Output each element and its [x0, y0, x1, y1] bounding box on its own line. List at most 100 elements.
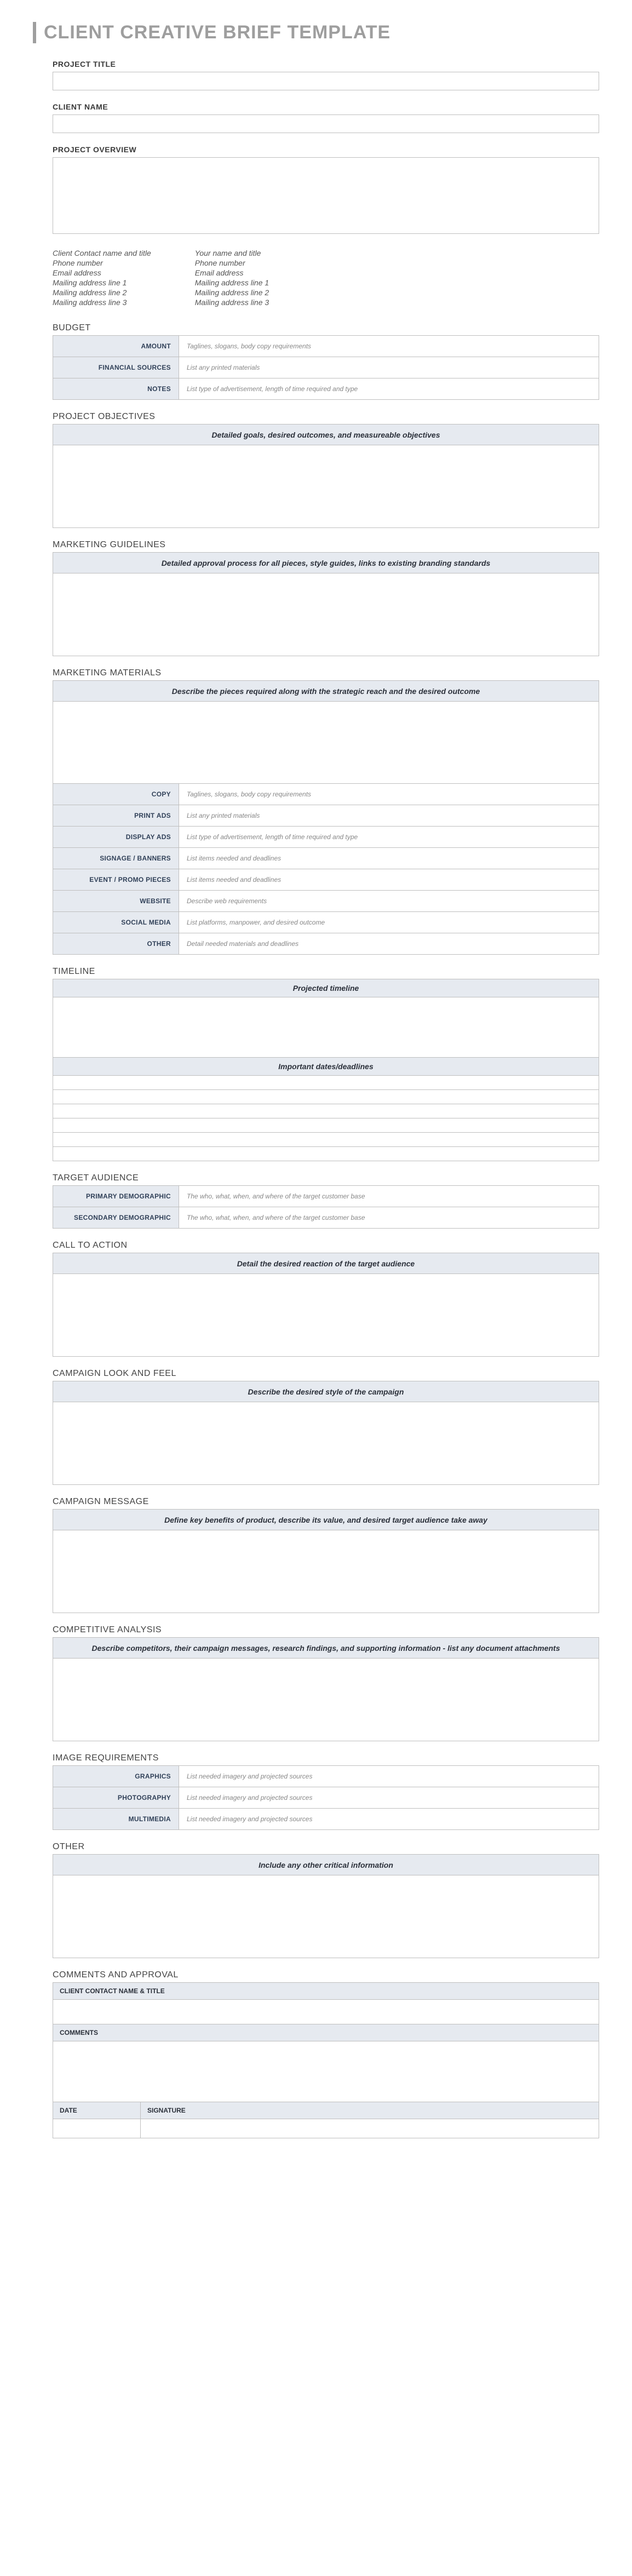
cell-value[interactable]: List items needed and deadlines — [179, 869, 599, 890]
body-guidelines[interactable] — [53, 573, 599, 656]
contact-client-column: Client Contact name and title Phone numb… — [53, 249, 151, 307]
cell-value[interactable]: List items needed and deadlines — [179, 848, 599, 869]
timeline-blank-row[interactable] — [53, 1104, 599, 1118]
cell-value[interactable]: Detail needed materials and deadlines — [179, 933, 599, 954]
input-date[interactable] — [53, 2119, 141, 2138]
cell-label: NOTES — [53, 378, 179, 399]
cell-label: MULTIMEDIA — [53, 1809, 179, 1829]
input-contact-value[interactable] — [53, 2000, 599, 2024]
heading-other: OTHER — [53, 1842, 599, 1852]
timeline-blank-row[interactable] — [53, 1133, 599, 1147]
timeline-blank-row[interactable] — [53, 1090, 599, 1104]
input-client-name[interactable] — [53, 114, 599, 133]
label-comments: COMMENTS — [53, 2024, 599, 2041]
contact-line: Your name and title — [195, 249, 269, 257]
heading-timeline: TIMELINE — [53, 967, 599, 977]
contact-line: Mailing address line 1 — [195, 278, 269, 287]
input-project-overview[interactable] — [53, 157, 599, 234]
input-project-title[interactable] — [53, 72, 599, 90]
cell-value[interactable]: The who, what, when, and where of the ta… — [179, 1186, 599, 1207]
cell-value[interactable]: The who, what, when, and where of the ta… — [179, 1207, 599, 1228]
body-objectives[interactable] — [53, 445, 599, 527]
timeline-blank-row[interactable] — [53, 1147, 599, 1161]
section-message: Define key benefits of product, describe… — [53, 1509, 599, 1613]
contact-line: Mailing address line 1 — [53, 278, 151, 287]
cell-value[interactable]: Describe web requirements — [179, 891, 599, 911]
heading-materials: MARKETING MATERIALS — [53, 668, 599, 678]
cell-label: DISPLAY ADS — [53, 827, 179, 847]
cell-value[interactable]: List any printed materials — [179, 805, 599, 826]
table-row: OTHER Detail needed materials and deadli… — [53, 933, 599, 955]
contact-you-column: Your name and title Phone number Email a… — [195, 249, 269, 307]
contact-line: Phone number — [195, 259, 269, 267]
heading-objectives: PROJECT OBJECTIVES — [53, 412, 599, 422]
label-project-title: PROJECT TITLE — [53, 60, 599, 68]
subhead-competitive: Describe competitors, their campaign mes… — [53, 1638, 599, 1659]
approval-contact-value — [53, 2000, 599, 2024]
subhead-cta: Detail the desired reaction of the targe… — [53, 1253, 599, 1274]
heading-audience: TARGET AUDIENCE — [53, 1173, 599, 1183]
subhead-guidelines: Detailed approval process for all pieces… — [53, 553, 599, 573]
cell-value[interactable]: List needed imagery and projected source… — [179, 1766, 599, 1787]
cell-value[interactable]: List any printed materials — [179, 357, 599, 378]
body-materials-description[interactable] — [53, 702, 599, 784]
subhead-objectives: Detailed goals, desired outcomes, and me… — [53, 424, 599, 445]
table-row: SIGNAGE / BANNERS List items needed and … — [53, 848, 599, 869]
cell-label: FINANCIAL SOURCES — [53, 357, 179, 378]
timeline-blank-row[interactable] — [53, 1118, 599, 1133]
body-cta[interactable] — [53, 1274, 599, 1356]
body-message[interactable] — [53, 1530, 599, 1613]
approval-date-signature-head: DATE SIGNATURE — [53, 2102, 599, 2119]
body-look[interactable] — [53, 1402, 599, 1484]
contact-line: Mailing address line 2 — [195, 288, 269, 297]
subhead-materials: Describe the pieces required along with … — [53, 681, 599, 702]
cell-label: AMOUNT — [53, 336, 179, 357]
cell-label: EVENT / PROMO PIECES — [53, 869, 179, 890]
cell-label: GRAPHICS — [53, 1766, 179, 1787]
table-image-req: GRAPHICS List needed imagery and project… — [53, 1765, 599, 1830]
approval-date-signature-value — [53, 2119, 599, 2138]
table-materials: Describe the pieces required along with … — [53, 680, 599, 955]
body-competitive[interactable] — [53, 1659, 599, 1741]
table-row: WEBSITE Describe web requirements — [53, 891, 599, 912]
cell-value[interactable]: Taglines, slogans, body copy requirement… — [179, 336, 599, 357]
input-comments-value[interactable] — [53, 2041, 599, 2102]
approval-contact-row: CLIENT CONTACT NAME & TITLE — [53, 1983, 599, 2000]
input-signature[interactable] — [141, 2119, 599, 2138]
subhead-look: Describe the desired style of the campai… — [53, 1381, 599, 1402]
label-contact: CLIENT CONTACT NAME & TITLE — [53, 1983, 599, 1999]
body-other[interactable] — [53, 1875, 599, 1958]
timeline-blank-row[interactable] — [53, 1076, 599, 1090]
table-row: SOCIAL MEDIA List platforms, manpower, a… — [53, 912, 599, 933]
subhead-other: Include any other critical information — [53, 1855, 599, 1875]
cell-label: PRIMARY DEMOGRAPHIC — [53, 1186, 179, 1207]
heading-image-req: IMAGE REQUIREMENTS — [53, 1753, 599, 1763]
field-project-title: PROJECT TITLE — [53, 60, 599, 90]
label-date: DATE — [53, 2102, 141, 2119]
subhead-projected: Projected timeline — [53, 979, 599, 997]
table-timeline: Projected timeline Important dates/deadl… — [53, 979, 599, 1161]
field-project-overview: PROJECT OVERVIEW — [53, 145, 599, 237]
contact-columns: Client Contact name and title Phone numb… — [53, 249, 599, 307]
table-row: SECONDARY DEMOGRAPHIC The who, what, whe… — [53, 1207, 599, 1229]
table-row: COPY Taglines, slogans, body copy requir… — [53, 784, 599, 805]
section-cta: Detail the desired reaction of the targe… — [53, 1253, 599, 1357]
cell-value[interactable]: List type of advertisement, length of ti… — [179, 378, 599, 399]
cell-value[interactable]: List needed imagery and projected source… — [179, 1787, 599, 1808]
table-row: PHOTOGRAPHY List needed imagery and proj… — [53, 1787, 599, 1809]
label-signature: SIGNATURE — [141, 2102, 599, 2119]
field-client-name: CLIENT NAME — [53, 102, 599, 133]
table-row: PRINT ADS List any printed materials — [53, 805, 599, 827]
contact-line: Client Contact name and title — [53, 249, 151, 257]
cell-value[interactable]: List type of advertisement, length of ti… — [179, 827, 599, 847]
cell-value[interactable]: Taglines, slogans, body copy requirement… — [179, 784, 599, 805]
heading-guidelines: MARKETING GUIDELINES — [53, 540, 599, 550]
timeline-projected-area[interactable] — [53, 997, 599, 1058]
table-audience: PRIMARY DEMOGRAPHIC The who, what, when,… — [53, 1185, 599, 1229]
contact-line: Phone number — [53, 259, 151, 267]
page-title: CLIENT CREATIVE BRIEF TEMPLATE — [33, 22, 599, 43]
section-guidelines: Detailed approval process for all pieces… — [53, 552, 599, 656]
cell-value[interactable]: List needed imagery and projected source… — [179, 1809, 599, 1829]
contact-line: Email address — [195, 268, 269, 277]
cell-value[interactable]: List platforms, manpower, and desired ou… — [179, 912, 599, 933]
